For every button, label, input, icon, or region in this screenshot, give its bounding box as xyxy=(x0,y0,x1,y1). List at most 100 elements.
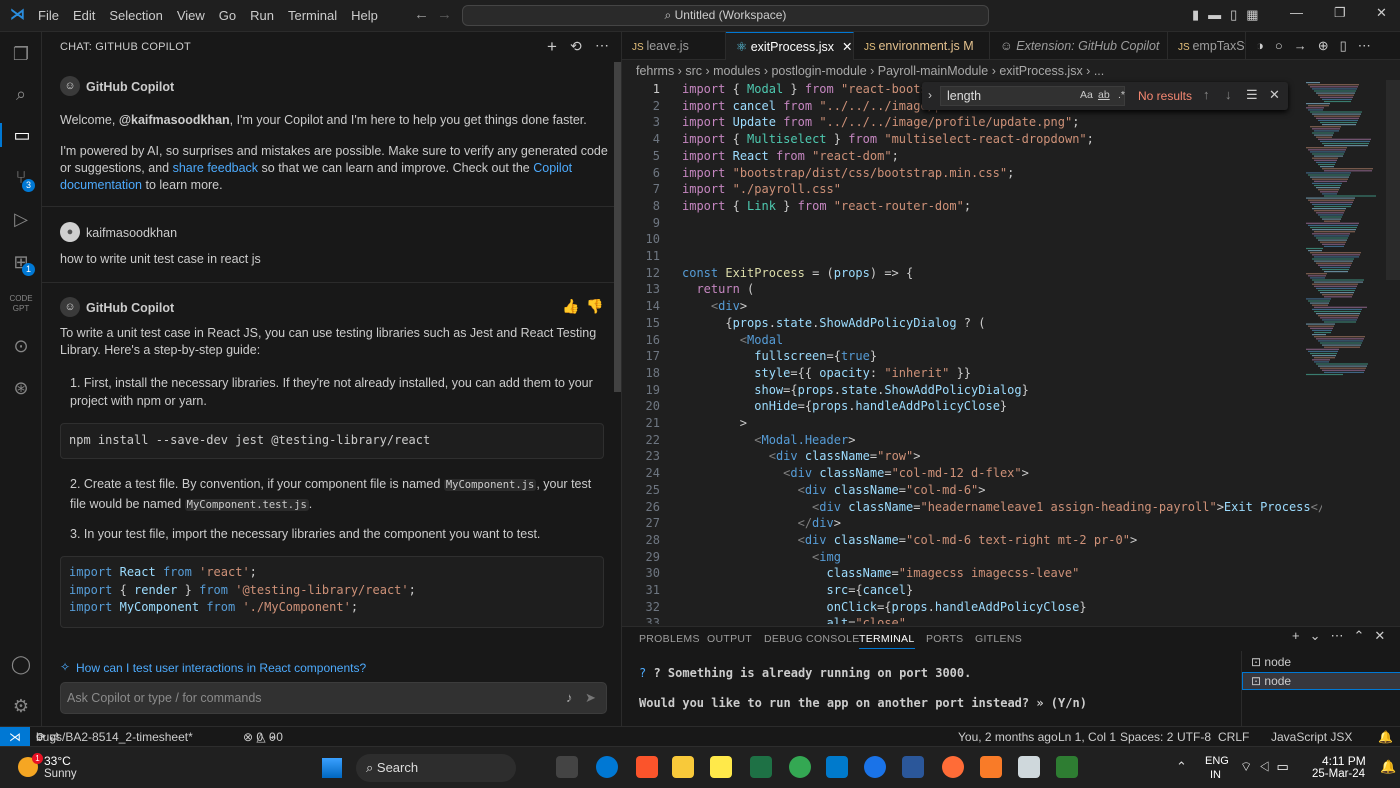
code-line[interactable]: onClick={props.handleAddPolicyClose} xyxy=(682,600,1322,614)
breadcrumb-item[interactable]: src xyxy=(685,64,702,78)
git-blame[interactable]: You, 2 months ago xyxy=(958,727,1058,747)
remote-indicator[interactable]: ⋊ xyxy=(0,727,30,747)
terminal-node-1[interactable]: ⊡ node xyxy=(1251,655,1291,669)
problems-status[interactable]: ⊗ 0 △ 0 ⌁ 0 xyxy=(243,727,283,747)
excel-icon[interactable] xyxy=(750,756,772,778)
chat-input[interactable]: Ask Copilot or type / for commands xyxy=(60,682,607,714)
menu-edit[interactable]: Edit xyxy=(73,8,95,23)
code-line[interactable]: <div className="col-md-6"> xyxy=(682,483,1322,497)
previous-match-icon[interactable]: ↑ xyxy=(1203,87,1210,102)
editor-scrollbar[interactable] xyxy=(1386,80,1400,280)
close-window-button[interactable]: ✕ xyxy=(1376,5,1387,21)
tab-leave-js[interactable]: JS leave.js xyxy=(622,32,726,60)
breadcrumb-item[interactable]: Payroll-mainModule xyxy=(878,64,988,78)
code-line[interactable]: <div className="headernameleave1 assign-… xyxy=(682,500,1322,514)
search-icon[interactable]: ⌕ xyxy=(9,82,33,106)
minimize-button[interactable]: — xyxy=(1290,5,1303,20)
share-feedback-link[interactable]: share feedback xyxy=(173,161,258,175)
maps-icon[interactable] xyxy=(864,756,886,778)
notifications-icon[interactable]: 🔔 xyxy=(1378,727,1393,747)
menu-file[interactable]: File xyxy=(38,8,59,23)
code-line[interactable]: <Modal xyxy=(682,333,1322,347)
remote-icon[interactable]: ⊛ xyxy=(9,376,33,400)
send-icon[interactable]: ➤ xyxy=(585,690,596,706)
code-line[interactable]: <Modal.Header> xyxy=(682,433,1322,447)
start-windows-icon[interactable] xyxy=(322,758,342,778)
language-indicator-1[interactable]: ENG xyxy=(1205,755,1229,767)
clock-time[interactable]: 4:11 PM xyxy=(1322,754,1366,768)
menu-terminal[interactable]: Terminal xyxy=(288,8,337,23)
breadcrumb-item[interactable]: fehrms xyxy=(636,64,674,78)
code-line[interactable]: fullscreen={true} xyxy=(682,349,1322,363)
breadcrumb-item[interactable]: postlogin-module xyxy=(771,64,866,78)
panel-tab-debug-console[interactable]: DEBUG CONSOLE xyxy=(764,633,860,645)
tab-emptaxsta[interactable]: JS empTaxSta xyxy=(1168,32,1246,60)
whole-word-icon[interactable]: ab xyxy=(1098,89,1110,101)
chat-icon[interactable]: ▭ xyxy=(0,123,42,147)
vscode-taskbar-icon[interactable] xyxy=(826,756,848,778)
skype-icon[interactable] xyxy=(596,756,618,778)
postman-icon[interactable] xyxy=(942,756,964,778)
clock-date[interactable]: 25-Mar-24 xyxy=(1312,768,1365,780)
panel-tab-terminal[interactable]: TERMINAL xyxy=(859,633,915,649)
code-line[interactable]: className="imagecss imagecss-leave" xyxy=(682,566,1322,580)
code-editor[interactable]: 1 2 3 4 5 6 7 8 9 10 11 12 13 14 15 16 17 18 19 20 21 22 23 24 2… xyxy=(622,80,1400,624)
regex-icon[interactable]: .* xyxy=(1118,89,1125,101)
code-line[interactable]: {props.state.ShowAddPolicyDialog ? ( xyxy=(682,316,1322,330)
git-branch[interactable]: ⑂ bugs/BA2-8514_2-timesheet* ⟳ ⇄ xyxy=(36,727,193,747)
code-line[interactable]: style={{ opacity: "inherit" }} xyxy=(682,366,1322,380)
code-line[interactable]: <div className="col-md-12 d-flex"> xyxy=(682,466,1322,480)
menu-help[interactable]: Help xyxy=(351,8,378,23)
code-line[interactable]: import "bootstrap/dist/css/bootstrap.min… xyxy=(682,166,1322,180)
command-center[interactable]: ⌕ Untitled (Workspace) xyxy=(462,5,989,26)
next-match-icon[interactable]: ↓ xyxy=(1225,87,1232,102)
code-line[interactable]: import React from "react-dom"; xyxy=(682,149,1322,163)
panel-tab-ports[interactable]: PORTS xyxy=(926,633,963,645)
taskbar-search[interactable]: ⌕ Search xyxy=(356,754,516,782)
breadcrumb-item[interactable]: exitProcess.jsx xyxy=(999,64,1082,78)
code-line[interactable]: <div className="row"> xyxy=(682,449,1322,463)
close-find-icon[interactable]: ✕ xyxy=(1269,87,1280,103)
code-line[interactable]: <div> xyxy=(682,299,1322,313)
explorer-icon[interactable]: ❐ xyxy=(9,42,33,66)
code-line[interactable]: alt="close" xyxy=(682,616,1322,624)
code-line[interactable]: <img xyxy=(682,550,1322,564)
word-icon[interactable] xyxy=(902,756,924,778)
match-case-icon[interactable]: Aa xyxy=(1080,89,1093,101)
sticky-notes-icon[interactable] xyxy=(710,756,732,778)
code-line[interactable]: src={cancel} xyxy=(682,583,1322,597)
code-line[interactable]: import { Multiselect } from "multiselect… xyxy=(682,132,1322,146)
minimap[interactable] xyxy=(1300,80,1386,380)
show-hidden-icons[interactable]: ⌃ xyxy=(1176,759,1187,775)
app-icon-orange[interactable] xyxy=(980,756,1002,778)
layout-toggle-icons[interactable]: ▮▬▯▦ xyxy=(1192,7,1268,23)
tab-environment-js[interactable]: JS environment.js M xyxy=(854,32,990,60)
expand-replace-icon[interactable]: › xyxy=(928,88,932,102)
close-tab-icon[interactable]: ✕ xyxy=(842,40,852,54)
back-arrow-icon[interactable]: ← xyxy=(414,6,429,23)
code-line[interactable]: return ( xyxy=(682,282,1322,296)
code-line[interactable]: > xyxy=(682,416,1322,430)
code-line[interactable]: onHide={props.handleAddPolicyClose} xyxy=(682,399,1322,413)
menu-run[interactable]: Run xyxy=(250,8,274,23)
menu-go[interactable]: Go xyxy=(219,8,236,23)
panel-actions-icons[interactable]: +⌄⋯⌃✕ xyxy=(1292,628,1395,644)
run-debug-icon[interactable]: ▷ xyxy=(9,207,33,231)
app-icon-sheet[interactable] xyxy=(1056,756,1078,778)
microphone-icon[interactable]: ♪ xyxy=(566,690,573,705)
code-line[interactable]: import Update from "../../../image/profi… xyxy=(682,115,1322,129)
code-line[interactable]: </div> xyxy=(682,516,1322,530)
history-icon[interactable]: ⟲ xyxy=(570,38,582,55)
find-in-selection-icon[interactable]: ☰ xyxy=(1246,87,1258,103)
chrome-icon[interactable] xyxy=(789,756,811,778)
editor-actions-icons[interactable]: ◑○→⊕▯⋯ xyxy=(1256,38,1382,54)
file-explorer-icon[interactable] xyxy=(672,756,694,778)
code-line[interactable]: <div className="col-md-6 text-right mt-2… xyxy=(682,533,1322,547)
account-icon[interactable]: ◯ xyxy=(9,652,33,676)
language-mode[interactable]: JavaScript JSX xyxy=(1271,727,1352,747)
thumbs-down-icon[interactable]: 👎 xyxy=(586,298,603,315)
forward-arrow-icon[interactable]: → xyxy=(437,6,452,23)
menu-view[interactable]: View xyxy=(177,8,205,23)
code-line[interactable]: show={props.state.ShowAddPolicyDialog} xyxy=(682,383,1322,397)
breadcrumb-item[interactable]: modules xyxy=(713,64,760,78)
